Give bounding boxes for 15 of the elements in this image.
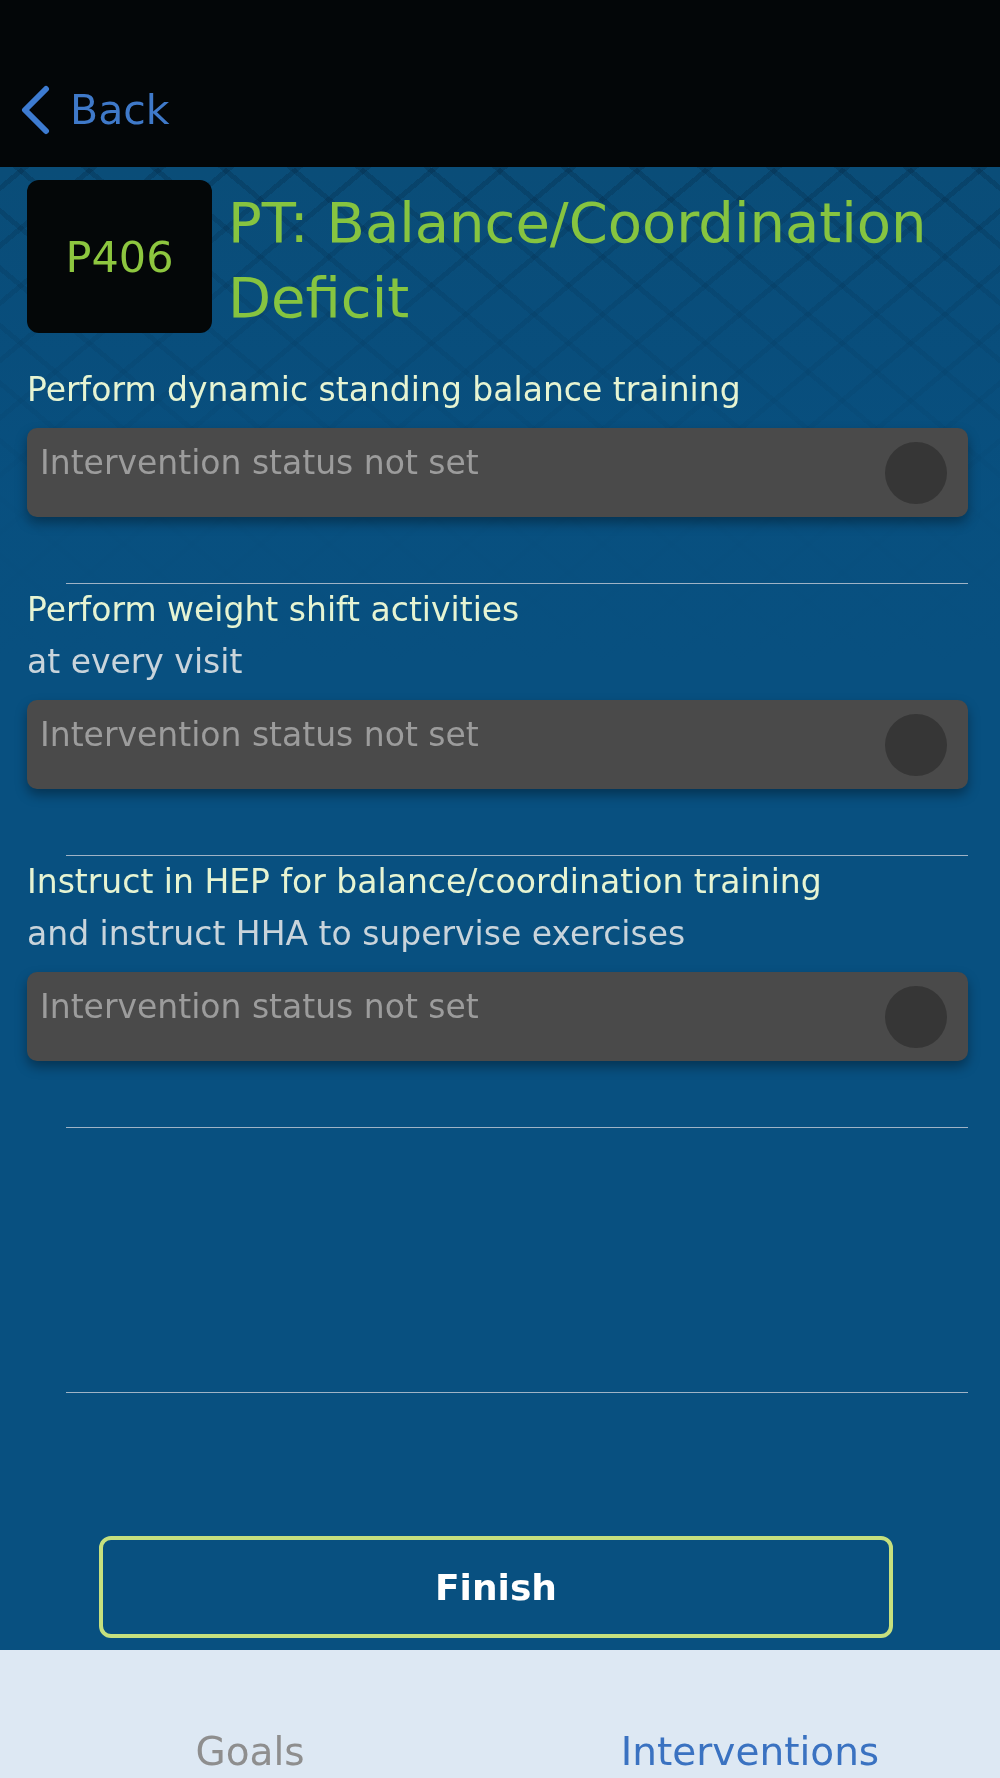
intervention-title: Perform weight shift activities	[27, 589, 521, 631]
tab[interactable]: Interventions	[500, 1650, 1000, 1776]
intervention-title: Perform dynamic standing balance training	[27, 369, 742, 411]
intervention-subtitle: and instruct HHA to supervise exercises	[27, 913, 687, 955]
back-button[interactable]: Back	[20, 85, 170, 135]
status-field[interactable]: Intervention status not set	[27, 428, 968, 517]
intervention-title: Instruct in HEP for balance/coordination training	[27, 861, 823, 903]
tab[interactable]: Goals	[0, 1650, 500, 1776]
intervention-subtitle: at every visit	[27, 641, 244, 683]
status-field[interactable]: Intervention status not set	[27, 700, 968, 789]
code-badge: P406	[27, 180, 212, 333]
status-field[interactable]: Intervention status not set	[27, 972, 968, 1061]
finish-button[interactable]: Finish	[99, 1536, 893, 1638]
chevron-left-icon	[20, 85, 50, 135]
page-title: PT: Balance/Coordination Deficit	[228, 189, 928, 332]
